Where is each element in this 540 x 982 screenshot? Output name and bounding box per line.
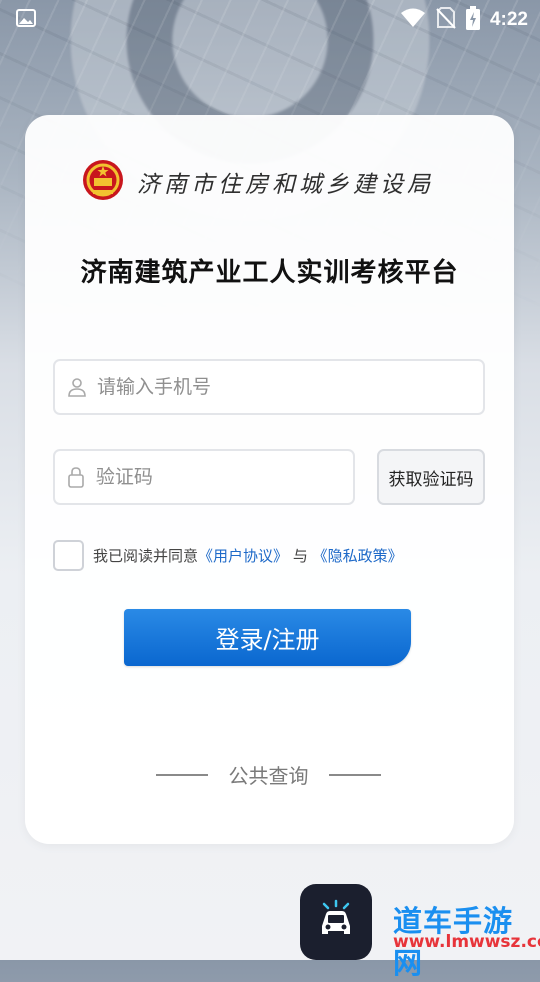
lock-icon: [67, 466, 86, 488]
watermark-logo: [300, 884, 372, 960]
agreement-checkbox[interactable]: [53, 540, 84, 571]
watermark-url: www.lmwwsz.com: [393, 932, 540, 952]
image-icon: [16, 9, 36, 31]
privacy-policy-link[interactable]: 《隐私政策》: [313, 547, 403, 565]
phone-field[interactable]: [53, 359, 485, 415]
phone-input[interactable]: [95, 375, 483, 399]
user-icon: [67, 376, 87, 398]
login-card: 济南市住房和城乡建设局 济南建筑产业工人实训考核平台 获取验证码 我已阅读并同意…: [25, 115, 514, 844]
battery-charging-icon: [465, 6, 480, 34]
wifi-icon: [400, 8, 426, 32]
public-query-row: 公共查询: [156, 760, 381, 789]
national-emblem-icon: [81, 158, 125, 206]
code-input[interactable]: [93, 465, 353, 489]
status-bar: 4:22: [0, 0, 540, 36]
platform-title: 济南建筑产业工人实训考核平台: [80, 258, 459, 288]
code-field[interactable]: [53, 449, 355, 505]
login-button[interactable]: 登录/注册: [124, 609, 411, 666]
agreement-prefix: 我已阅读并同意: [93, 547, 199, 565]
user-agreement-link[interactable]: 《用户协议》: [198, 547, 288, 565]
agency-header: 济南市住房和城乡建设局: [81, 158, 434, 206]
car-icon: [312, 896, 360, 948]
divider-right: [329, 773, 381, 776]
divider-left: [156, 773, 208, 776]
agency-name: 济南市住房和城乡建设局: [137, 172, 434, 198]
get-code-button[interactable]: 获取验证码: [377, 449, 485, 505]
agreement-and: 与: [292, 547, 308, 565]
no-sim-icon: [436, 7, 456, 33]
public-query-link[interactable]: 公共查询: [229, 760, 309, 789]
agreement-text: 我已阅读并同意《用户协议》 与 《隐私政策》: [93, 545, 403, 566]
agreement-row: 我已阅读并同意《用户协议》 与 《隐私政策》: [53, 540, 403, 571]
status-time: 4:22: [489, 9, 528, 30]
